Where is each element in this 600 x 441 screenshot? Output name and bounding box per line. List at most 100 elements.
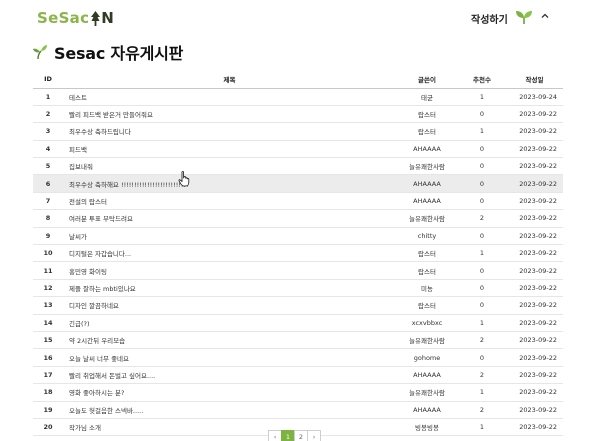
cell-author: 빙봉빙봉 (396, 418, 458, 437)
column-header-date: 작성일 (506, 70, 563, 89)
cell-title[interactable]: 최우수상 축하해요 !!!!!!!!!!!!!!!!!!!!!!!!!! (63, 174, 396, 193)
table-row[interactable]: 2 빨리 피드백 받은거 만들어줘요 랍스터 0 2023-09-22 (33, 105, 563, 124)
cell-id: 12 (33, 279, 63, 298)
table-row-hovered[interactable]: 6 최우수상 축하해요 !!!!!!!!!!!!!!!!!!!!!!!!!! A… (33, 174, 563, 193)
cell-id: 19 (33, 401, 63, 419)
cell-recommend: 0 (458, 105, 506, 124)
cell-id: 10 (33, 244, 63, 263)
cell-title[interactable]: 작가님 소개 (63, 418, 396, 437)
table-row[interactable]: 9 날씨가 chitty 0 2023-09-22 (33, 227, 563, 246)
table-row[interactable]: 7 전설의 랍스터 AHAAAA 0 2023-09-22 (33, 192, 563, 211)
cell-author: 늘유쾌한사람 (396, 157, 458, 176)
cell-date: 2023-09-22 (506, 261, 563, 280)
table-row[interactable]: 13 디자인 깔끔하네요 랍스터 0 2023-09-22 (33, 296, 563, 315)
table-row[interactable]: 8 여러분 투표 부탁드려요 늘유쾌한사람 2 2023-09-22 (33, 209, 563, 228)
cell-title[interactable]: 오늘 날씨 너무 좋네요 (63, 348, 396, 367)
pagination-page-2[interactable]: 2 (294, 430, 308, 441)
cell-title[interactable]: 오늘도 헛걸음한 스넥바..... (63, 401, 396, 419)
table-row[interactable]: 19 오늘도 헛걸음한 스넥바..... AHAAAA 2 2023-09-22 (33, 401, 563, 419)
table-row[interactable]: 4 피드백 AHAAAA 0 2023-09-22 (33, 140, 563, 159)
cell-id: 1 (33, 88, 63, 106)
table-row[interactable]: 15 약 2시간뒤 우리모습 늘유쾌한사람 2 2023-09-22 (33, 331, 563, 350)
table-row[interactable]: 17 빨리 취업해서 돈벌고 싶어요.... AHAAAA 2 2023-09-… (33, 366, 563, 385)
sprout-icon (33, 45, 47, 60)
cell-recommend: 0 (458, 192, 506, 211)
cell-date: 2023-09-22 (506, 209, 563, 228)
table-row[interactable]: 3 최우수상 축하드립니다 랍스터 1 2023-09-22 (33, 122, 563, 141)
cell-recommend: 2 (458, 331, 506, 350)
cell-title[interactable]: 피드백 (63, 140, 396, 159)
pagination-next[interactable]: › (307, 430, 321, 441)
cell-author: 랍스터 (396, 105, 458, 124)
chevron-up-icon[interactable] (540, 11, 550, 21)
cell-author: 랍스터 (396, 122, 458, 141)
cell-author: AHAAAA (396, 192, 458, 211)
pagination-page-1[interactable]: 1 (281, 430, 295, 441)
cell-id: 4 (33, 140, 63, 159)
cell-title[interactable]: 여러분 투표 부탁드려요 (63, 209, 396, 228)
table-row[interactable]: 1 테스트 태균 1 2023-09-24 (33, 88, 563, 106)
cell-id: 18 (33, 383, 63, 402)
cell-title[interactable]: 전설의 랍스터 (63, 192, 396, 211)
cell-title[interactable]: 빨리 취업해서 돈벌고 싶어요.... (63, 366, 396, 385)
cell-id: 17 (33, 366, 63, 385)
cell-date: 2023-09-22 (506, 331, 563, 350)
cell-title[interactable]: 집보내줘 (63, 157, 396, 176)
cell-title[interactable]: 테스트 (63, 88, 396, 106)
cell-date: 2023-09-22 (506, 418, 563, 437)
cell-date: 2023-09-22 (506, 348, 563, 367)
cell-date: 2023-09-22 (506, 244, 563, 263)
cell-date: 2023-09-22 (506, 122, 563, 141)
cell-recommend: 2 (458, 209, 506, 228)
cell-id: 8 (33, 209, 63, 228)
cell-title[interactable]: 영화 좋아하시는 분? (63, 383, 396, 402)
table-row[interactable]: 18 영화 좋아하시는 분? 늘유쾌한사람 1 2023-09-22 (33, 383, 563, 402)
cell-author: 미뇽 (396, 279, 458, 298)
cell-title[interactable]: 긴급(?) (63, 314, 396, 332)
table-row[interactable]: 16 오늘 날씨 너무 좋네요 gohome 0 2023-09-22 (33, 348, 563, 367)
cell-recommend: 2 (458, 366, 506, 385)
cell-recommend: 0 (458, 157, 506, 176)
cell-recommend: 0 (458, 140, 506, 159)
cell-recommend: 0 (458, 174, 506, 193)
cell-title[interactable]: 최우수상 축하드립니다 (63, 122, 396, 141)
cell-author: 태균 (396, 88, 458, 106)
cell-recommend: 1 (458, 244, 506, 263)
cell-title[interactable]: 날씨가 (63, 227, 396, 246)
cell-author: gohome (396, 348, 458, 367)
cell-recommend: 1 (458, 88, 506, 106)
table-row[interactable]: 11 홍민영 화이팅 랍스터 0 2023-09-22 (33, 261, 563, 280)
cell-title[interactable]: 약 2시간뒤 우리모습 (63, 331, 396, 350)
cell-id: 20 (33, 418, 63, 437)
cell-author: AHAAAA (396, 401, 458, 419)
table-row[interactable]: 5 집보내줘 늘유쾌한사람 0 2023-09-22 (33, 157, 563, 176)
cell-id: 16 (33, 348, 63, 367)
cell-author: 랍스터 (396, 244, 458, 263)
logo-text-sesac: SeSac (37, 9, 90, 27)
cell-author: chitty (396, 227, 458, 246)
cell-author: AHAAAA (396, 140, 458, 159)
table-row[interactable]: 12 제플 잘하는 mbti있나요 미뇽 0 2023-09-22 (33, 279, 563, 298)
cell-recommend: 0 (458, 348, 506, 367)
sprout-icon[interactable] (515, 9, 533, 25)
pagination-prev[interactable]: ‹ (268, 430, 282, 441)
top-navbar: SeSac N 작성하기 (0, 0, 600, 36)
cell-author: xcxvbbxc (396, 314, 458, 332)
cell-title[interactable]: 제플 잘하는 mbti있나요 (63, 279, 396, 298)
cell-id: 5 (33, 157, 63, 176)
cell-recommend: 1 (458, 418, 506, 437)
cell-title[interactable]: 디자인 깔끔하네요 (63, 296, 396, 315)
cell-recommend: 1 (458, 314, 506, 332)
cell-recommend: 1 (458, 122, 506, 141)
cell-title[interactable]: 빨리 피드백 받은거 만들어줘요 (63, 105, 396, 124)
cell-date: 2023-09-22 (506, 174, 563, 193)
cell-recommend: 0 (458, 279, 506, 298)
table-row[interactable]: 10 디지털은 자갑습니다... 랍스터 1 2023-09-22 (33, 244, 563, 263)
cell-date: 2023-09-22 (506, 157, 563, 176)
cell-title[interactable]: 디지털은 자갑습니다... (63, 244, 396, 263)
sesac-logo[interactable]: SeSac N (37, 9, 114, 27)
table-row[interactable]: 14 긴급(?) xcxvbbxc 1 2023-09-22 (33, 314, 563, 332)
write-post-link[interactable]: 작성하기 (471, 11, 508, 26)
cell-id: 14 (33, 314, 63, 332)
cell-title[interactable]: 홍민영 화이팅 (63, 261, 396, 280)
